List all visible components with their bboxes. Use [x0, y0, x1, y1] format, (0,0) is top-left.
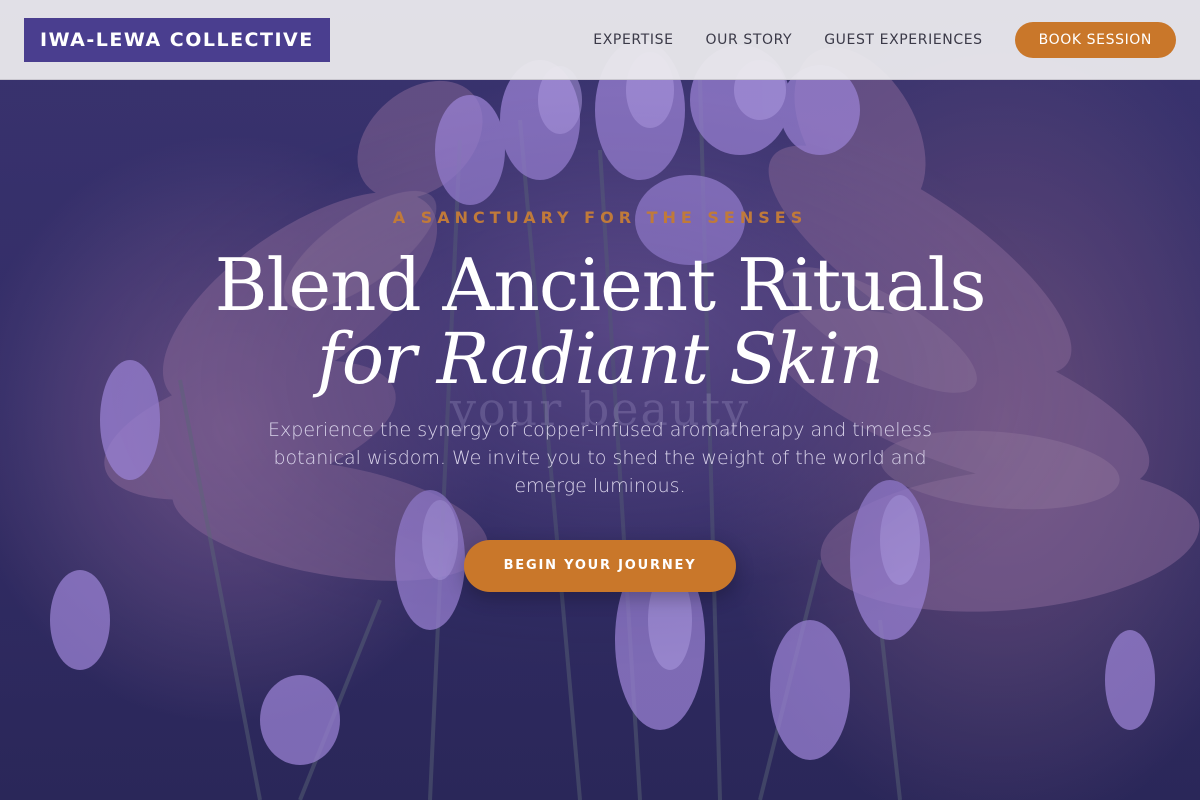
hero-eyebrow: A SANCTUARY FOR THE SENSES: [392, 208, 808, 227]
hero-description: Experience the synergy of copper-infused…: [268, 419, 932, 497]
hero-content: A SANCTUARY FOR THE SENSES Blend Ancient…: [0, 0, 1200, 800]
begin-journey-button[interactable]: BEGIN YOUR JOURNEY: [464, 540, 736, 592]
hero-headline: Blend Ancient Rituals: [214, 243, 987, 327]
